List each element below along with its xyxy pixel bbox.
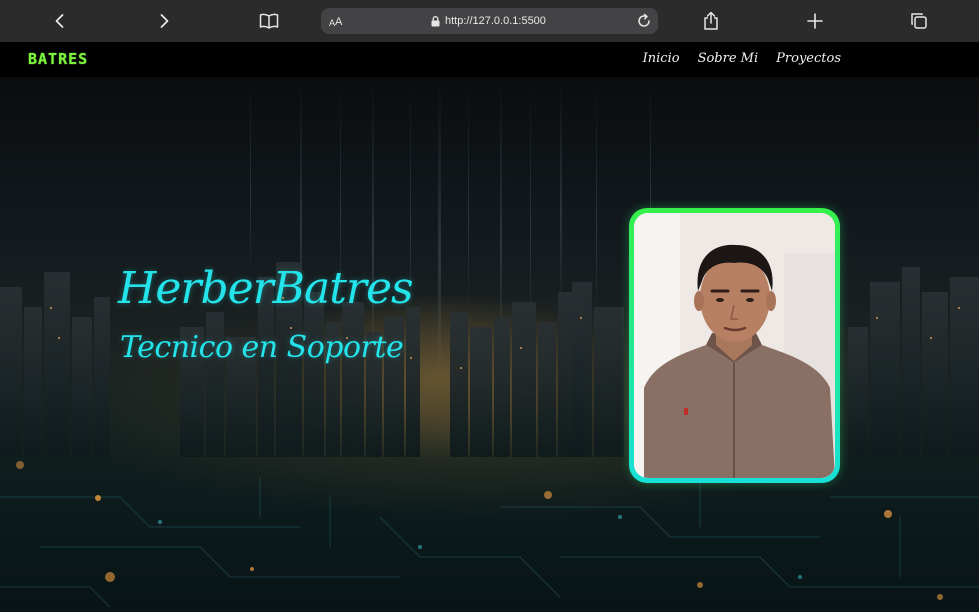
nav-link-proyectos[interactable]: Proyectos — [776, 50, 841, 68]
new-tab-icon — [807, 13, 823, 29]
tabs-overview-button[interactable] — [905, 7, 933, 35]
hero-name: HerberBatres — [118, 263, 414, 314]
hero-role: Tecnico en Soporte — [120, 330, 404, 365]
browser-toolbar: AA http://127.0.0.1:5500 — [0, 0, 979, 42]
nav-link-inicio[interactable]: Inicio — [643, 50, 680, 68]
lock-icon — [431, 15, 440, 26]
nav-link-sobre-mi[interactable]: Sobre Mi — [698, 50, 759, 68]
site-logo[interactable]: BATRES — [28, 51, 88, 67]
url-text: http://127.0.0.1:5500 — [445, 15, 546, 27]
back-button[interactable] — [46, 7, 74, 35]
profile-photo-image — [634, 213, 835, 478]
forward-button[interactable] — [150, 7, 178, 35]
bookmarks-icon — [259, 13, 279, 29]
address-bar[interactable]: AA http://127.0.0.1:5500 — [321, 8, 658, 34]
nav-links: Inicio Sobre Mi Proyectos — [643, 50, 841, 68]
hero-section: HerberBatres Tecnico en Soporte — [0, 77, 979, 612]
new-tab-button[interactable] — [801, 7, 829, 35]
profile-photo-frame — [629, 208, 840, 483]
reload-icon — [638, 13, 650, 27]
text-size-big-label: A — [335, 16, 343, 28]
forward-icon — [160, 14, 169, 28]
share-button[interactable] — [697, 7, 725, 35]
reload-button[interactable] — [635, 12, 653, 30]
tabs-icon — [911, 13, 927, 29]
site-navbar: BATRES Inicio Sobre Mi Proyectos — [0, 42, 979, 77]
bookmarks-button[interactable] — [255, 7, 283, 35]
text-size-button[interactable]: AA — [329, 14, 342, 28]
url-display[interactable]: http://127.0.0.1:5500 — [431, 13, 546, 29]
back-icon — [55, 14, 64, 28]
profile-photo — [634, 213, 835, 478]
share-icon — [704, 11, 718, 30]
